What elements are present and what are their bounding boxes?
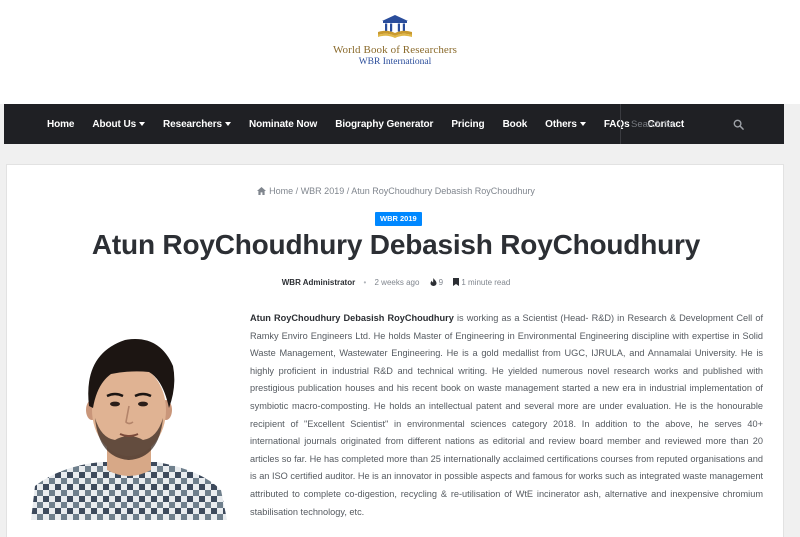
home-icon	[257, 187, 267, 195]
researcher-portrait-image	[31, 310, 227, 520]
logo-title: World Book of Researchers	[332, 44, 458, 56]
meta-divider: •	[363, 278, 367, 287]
breadcrumb-home-link[interactable]: Home	[269, 186, 293, 196]
nav-item-label: About Us	[92, 118, 137, 130]
nav-item-pricing[interactable]: Pricing	[451, 119, 484, 130]
post-date: 2 weeks ago	[374, 278, 420, 287]
search-icon[interactable]	[733, 119, 744, 130]
nav-item-others[interactable]: Others	[545, 119, 586, 130]
caret-down-icon	[579, 122, 586, 126]
site-header: World Book of Researchers WBR Internatio…	[0, 0, 800, 104]
post-read-time: 1 minute read	[461, 278, 511, 287]
nav-item-label: Biography Generator	[335, 118, 434, 130]
researcher-bio: Atun RoyChoudhury Debasish RoyChoudhury …	[250, 310, 763, 521]
logo-book-icon	[378, 15, 412, 38]
nav-item-book[interactable]: Book	[503, 119, 528, 130]
flame-icon	[430, 278, 437, 286]
nav-item-nominate-now[interactable]: Nominate Now	[249, 119, 317, 130]
breadcrumb-separator: /	[293, 186, 301, 196]
bookmark-icon	[453, 278, 460, 286]
article-card: Home / WBR 2019 / Atun RoyChoudhury Deba…	[6, 164, 784, 537]
post-views: 9	[438, 278, 444, 287]
search-input[interactable]	[621, 104, 731, 144]
search-box	[620, 104, 754, 144]
nav-item-label: Pricing	[451, 118, 485, 130]
main-navigation: Home About Us Researchers Nominate Now B…	[4, 104, 784, 144]
post-title: Atun RoyChoudhury Debasish RoyChoudhury	[91, 229, 701, 260]
bio-name-lead: Atun RoyChoudhury Debasish RoyChoudhury	[250, 313, 454, 323]
nav-item-label: Others	[545, 118, 577, 130]
breadcrumb: Home / WBR 2019 / Atun RoyChoudhury Deba…	[7, 186, 785, 196]
nav-item-label: Nominate Now	[248, 118, 318, 130]
nav-item-label: Book	[502, 118, 528, 130]
nav-item-biography-generator[interactable]: Biography Generator	[335, 119, 433, 130]
caret-down-icon	[139, 122, 146, 126]
nav-item-researchers[interactable]: Researchers	[163, 119, 231, 130]
category-badge[interactable]: WBR 2019	[375, 212, 422, 226]
researcher-photo	[31, 310, 227, 520]
nav-item-label: Researchers	[163, 118, 222, 130]
nav-item-label: Home	[47, 118, 75, 130]
breadcrumb-category-link[interactable]: WBR 2019	[301, 186, 345, 196]
bio-text: is working as a Scientist (Head- R&D) in…	[250, 313, 764, 517]
post-author-link[interactable]: WBR Administrator	[282, 278, 355, 287]
site-logo[interactable]: World Book of Researchers WBR Internatio…	[330, 14, 460, 67]
nav-menu: Home About Us Researchers Nominate Now B…	[4, 104, 702, 144]
logo-subtitle: WBR International	[358, 57, 432, 67]
post-meta: WBR Administrator • 2 weeks ago 9 1 minu…	[7, 278, 785, 287]
caret-down-icon	[224, 122, 231, 126]
breadcrumb-current: Atun RoyChoudhury Debasish RoyChoudhury	[351, 186, 535, 196]
nav-item-home[interactable]: Home	[47, 119, 74, 130]
nav-item-about-us[interactable]: About Us	[92, 118, 146, 130]
